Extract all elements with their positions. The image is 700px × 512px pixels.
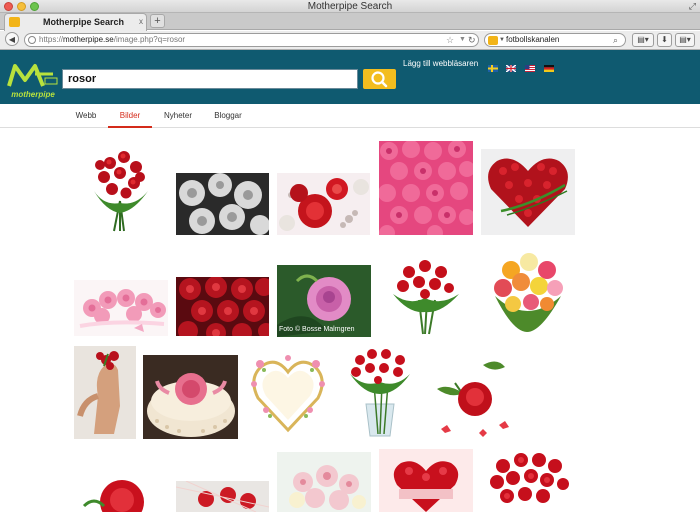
search-engine-input[interactable]: fotbollskanalen	[506, 34, 559, 46]
tab-bloggar[interactable]: Bloggar	[208, 108, 248, 128]
uk-flag-icon[interactable]	[505, 59, 517, 73]
image-result[interactable]	[176, 277, 269, 336]
search-engine-dropdown-icon[interactable]: ▼	[499, 34, 505, 46]
image-result[interactable]	[481, 246, 575, 336]
image-result[interactable]	[379, 141, 473, 235]
tab-webb[interactable]: Webb	[70, 108, 102, 128]
url-domain: motherpipe.se	[63, 35, 114, 44]
bookmark-star-icon[interactable]: ☆	[446, 34, 454, 46]
logo-wordmark: motherpipe	[11, 90, 55, 99]
image-result[interactable]	[481, 446, 575, 512]
image-result[interactable]	[427, 353, 521, 439]
tab-bilder[interactable]: Bilder	[108, 108, 152, 128]
magnifier-icon[interactable]: ⌕	[613, 34, 618, 46]
image-result[interactable]	[246, 344, 330, 439]
image-result[interactable]	[481, 149, 575, 235]
add-to-browser-link[interactable]: Lägg till webbläsaren	[403, 59, 478, 68]
search-category-tabs	[0, 104, 700, 128]
reload-icon[interactable]: ↻	[468, 34, 476, 46]
motherpipe-favicon-icon	[9, 17, 20, 27]
image-result[interactable]	[176, 481, 269, 512]
us-flag-icon[interactable]	[525, 59, 535, 72]
bookmarks-menu-button[interactable]: ▤▾	[632, 33, 654, 47]
image-result[interactable]	[379, 449, 473, 512]
url-history-dropdown-icon[interactable]: ▼	[459, 34, 466, 46]
downloads-button[interactable]: ⬇	[657, 33, 672, 47]
german-flag-icon[interactable]	[544, 59, 554, 72]
image-result[interactable]	[338, 344, 420, 439]
tab-title: Motherpipe Search	[43, 17, 125, 27]
tab-close-icon[interactable]: x	[139, 15, 143, 29]
image-result[interactable]	[379, 250, 473, 336]
fullscreen-icon[interactable]: ⤢	[689, 0, 696, 13]
search-engine-icon[interactable]	[488, 36, 498, 45]
image-result[interactable]	[74, 141, 167, 235]
new-tab-button[interactable]: +	[150, 14, 165, 28]
image-result[interactable]	[74, 346, 136, 439]
search-button[interactable]	[363, 69, 396, 89]
swedish-flag-icon[interactable]	[488, 59, 498, 72]
image-result[interactable]	[74, 466, 168, 512]
browser-tab[interactable]: Motherpipe Search x	[4, 13, 147, 31]
menu-button[interactable]: ▤▾	[675, 33, 695, 47]
window-title: Motherpipe Search	[307, 1, 393, 12]
tab-nyheter[interactable]: Nyheter	[158, 108, 198, 128]
search-input[interactable]: rosor	[62, 69, 358, 89]
image-result[interactable]	[277, 452, 371, 512]
url-text: https://motherpipe.se/image.php?q=rosor	[39, 35, 186, 44]
url-bar[interactable]: https://motherpipe.se/image.php?q=rosor …	[24, 33, 479, 47]
back-button[interactable]: ◀	[5, 32, 19, 46]
image-result[interactable]	[277, 173, 370, 235]
image-result[interactable]	[176, 173, 269, 235]
search-icon	[371, 71, 388, 88]
image-caption: Foto © Bosse Malmgren	[279, 326, 355, 333]
search-engine-bar[interactable]: ▼ fotbollskanalen ⌕	[484, 33, 626, 47]
globe-icon	[28, 36, 36, 44]
image-result[interactable]	[74, 280, 168, 336]
image-result[interactable]	[143, 355, 238, 439]
